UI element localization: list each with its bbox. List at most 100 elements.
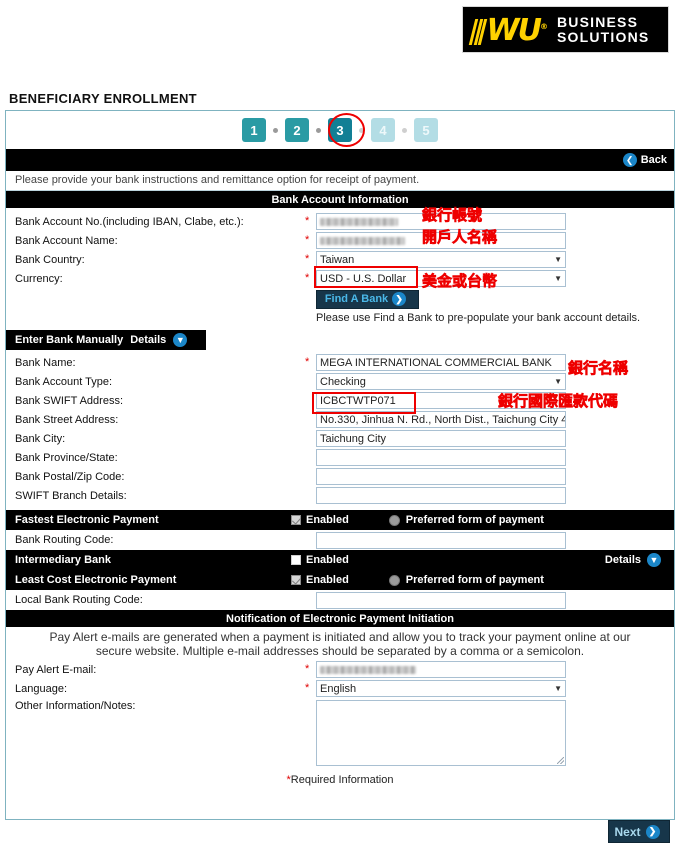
next-button[interactable]: Next ❯ bbox=[608, 820, 670, 843]
input-bank-city[interactable]: Taichung City bbox=[316, 430, 566, 447]
logo-line-1: BUSINESS bbox=[556, 13, 639, 30]
input-bank-routing-code[interactable] bbox=[316, 531, 566, 549]
enter-bank-manually-title: Enter Bank Manually bbox=[15, 334, 124, 346]
wu-letters: WU® bbox=[486, 12, 548, 48]
intermediary-enabled-checkbox-group[interactable]: Enabled bbox=[291, 554, 349, 566]
fastest-enabled-checkbox[interactable] bbox=[291, 515, 301, 525]
fastest-electronic-payment-bar: Fastest Electronic Payment Enabled Prefe… bbox=[6, 510, 674, 530]
find-a-bank-label: Find A Bank bbox=[324, 293, 389, 305]
input-local-bank-routing-code[interactable] bbox=[316, 591, 566, 609]
page-header: WU® BUSINESS SOLUTIONS bbox=[0, 0, 680, 62]
input-bank-province[interactable] bbox=[316, 449, 566, 466]
intermediary-details-button[interactable]: Details ▼ bbox=[605, 553, 665, 567]
field-row-bank-province: Bank Province/State: bbox=[6, 448, 674, 467]
label-bank-account-no: Bank Account No.(including IBAN, Clabe, … bbox=[15, 215, 244, 228]
fastest-preferred-label: Preferred form of payment bbox=[405, 514, 544, 526]
step-5[interactable]: 5 bbox=[414, 118, 438, 142]
required-asterisk: * bbox=[305, 356, 310, 368]
field-row-bank-routing-code: Bank Routing Code: bbox=[6, 530, 674, 550]
wu-slash-group bbox=[468, 18, 488, 45]
field-row-bank-city: Bank City: Taichung City bbox=[6, 429, 674, 448]
annotation-currency: 美金或台幣 bbox=[422, 272, 498, 291]
label-bank-city: Bank City: bbox=[15, 432, 66, 445]
label-bank-swift-address: Bank SWIFT Address: bbox=[15, 394, 124, 407]
required-asterisk: * bbox=[305, 272, 310, 284]
required-information-note: *Required Information bbox=[6, 774, 674, 786]
input-bank-name[interactable]: MEGA INTERNATIONAL COMMERCIAL BANK bbox=[316, 354, 566, 371]
input-bank-street-address[interactable]: No.330, Jinhua N. Rd., North Dist., Taic… bbox=[316, 411, 566, 428]
field-row-bank-country: Bank Country: * Taiwan ▼ bbox=[6, 250, 674, 269]
required-asterisk: * bbox=[305, 253, 310, 265]
label-pay-alert-email: Pay Alert E-mail: bbox=[15, 663, 97, 676]
select-language[interactable]: English ▼ bbox=[316, 680, 566, 697]
find-a-bank-button[interactable]: Find A Bank ❯ bbox=[316, 289, 419, 309]
textarea-other-information[interactable] bbox=[316, 700, 566, 766]
required-asterisk: * bbox=[305, 215, 310, 227]
enrollment-form-frame: 1 2 3 4 5 ❮ Back Please provide your ban… bbox=[5, 110, 675, 820]
label-swift-branch-details: SWIFT Branch Details: bbox=[15, 489, 127, 502]
least-cost-preferred-radio[interactable] bbox=[388, 574, 400, 586]
redacted-value bbox=[320, 217, 398, 226]
next-button-label: Next bbox=[614, 824, 641, 839]
input-pay-alert-email[interactable] bbox=[316, 661, 566, 678]
required-information-label: Required Information bbox=[290, 774, 394, 786]
label-bank-routing-code: Bank Routing Code: bbox=[15, 534, 114, 546]
wu-business-solutions-logo: WU® BUSINESS SOLUTIONS bbox=[462, 6, 669, 53]
label-bank-name: Bank Name: bbox=[15, 356, 76, 369]
wu-logo-mark: WU® bbox=[468, 12, 548, 48]
page-title: BENEFICIARY ENROLLMENT bbox=[9, 91, 197, 106]
notification-description: Pay Alert e-mails are generated when a p… bbox=[49, 630, 631, 658]
logo-line-2: SOLUTIONS bbox=[556, 28, 650, 45]
enter-bank-manually-bar[interactable]: Enter Bank Manually Details ▼ bbox=[6, 330, 206, 350]
step-indicator: 1 2 3 4 5 bbox=[6, 111, 674, 149]
next-bar: Next ❯ bbox=[5, 818, 675, 845]
bank-account-information-heading: Bank Account Information bbox=[6, 191, 674, 208]
step-1[interactable]: 1 bbox=[242, 118, 266, 142]
step-separator-dot bbox=[316, 127, 321, 133]
field-row-currency: Currency: * USD - U.S. Dollar ▼ bbox=[6, 269, 674, 288]
field-row-local-bank-routing-code: Local Bank Routing Code: bbox=[6, 590, 674, 610]
step-4[interactable]: 4 bbox=[371, 118, 395, 142]
enter-bank-manually-details-label: Details bbox=[130, 334, 167, 346]
chevron-down-circle-icon[interactable]: ▼ bbox=[173, 333, 188, 347]
wu-letters-text: WU bbox=[486, 12, 542, 48]
intermediary-bank-bar: Intermediary Bank Enabled Details ▼ bbox=[6, 550, 674, 570]
select-currency-value: USD - U.S. Dollar bbox=[320, 272, 407, 285]
field-row-pay-alert-email: Pay Alert E-mail: * bbox=[6, 660, 674, 679]
step-3[interactable]: 3 bbox=[328, 118, 352, 142]
chevron-right-circle-icon: ❯ bbox=[392, 292, 407, 306]
select-bank-country[interactable]: Taiwan ▼ bbox=[316, 251, 566, 268]
field-row-bank-street-address: Bank Street Address: No.330, Jinhua N. R… bbox=[6, 410, 674, 429]
back-button-label: Back bbox=[640, 154, 667, 166]
fastest-preferred-radio[interactable] bbox=[388, 514, 400, 526]
least-cost-enabled-checkbox-group[interactable]: Enabled bbox=[291, 574, 349, 586]
chevron-down-icon: ▼ bbox=[554, 377, 562, 386]
field-row-bank-account-no: Bank Account No.(including IBAN, Clabe, … bbox=[6, 212, 674, 231]
least-cost-enabled-label: Enabled bbox=[306, 574, 349, 586]
least-cost-enabled-checkbox[interactable] bbox=[291, 575, 301, 585]
select-bank-account-type[interactable]: Checking ▼ bbox=[316, 373, 566, 390]
chevron-down-circle-icon[interactable]: ▼ bbox=[647, 553, 661, 567]
intermediary-enabled-checkbox[interactable] bbox=[291, 555, 301, 565]
intermediary-enabled-label: Enabled bbox=[306, 554, 349, 566]
field-row-swift-branch-details: SWIFT Branch Details: bbox=[6, 486, 674, 505]
fastest-electronic-payment-title: Fastest Electronic Payment bbox=[15, 514, 159, 526]
chevron-left-circle-icon: ❮ bbox=[622, 153, 637, 167]
least-cost-preferred-radio-group[interactable]: Preferred form of payment bbox=[388, 574, 544, 586]
fastest-preferred-radio-group[interactable]: Preferred form of payment bbox=[388, 514, 544, 526]
select-bank-account-type-value: Checking bbox=[320, 375, 366, 388]
required-asterisk: * bbox=[305, 663, 310, 675]
redacted-value bbox=[320, 236, 405, 245]
fastest-enabled-checkbox-group[interactable]: Enabled bbox=[291, 514, 349, 526]
instructions-text: Please provide your bank instructions an… bbox=[6, 171, 674, 191]
find-a-bank-hint-row: Please use Find a Bank to pre-populate y… bbox=[6, 310, 674, 326]
label-language: Language: bbox=[15, 682, 67, 695]
label-bank-province: Bank Province/State: bbox=[15, 451, 118, 464]
intermediary-bank-title: Intermediary Bank bbox=[15, 554, 111, 566]
input-swift-branch-details[interactable] bbox=[316, 487, 566, 504]
input-bank-postal-code[interactable] bbox=[316, 468, 566, 485]
label-local-bank-routing-code: Local Bank Routing Code: bbox=[15, 594, 143, 606]
required-asterisk: * bbox=[305, 234, 310, 246]
step-2[interactable]: 2 bbox=[285, 118, 309, 142]
back-button[interactable]: ❮ Back bbox=[622, 153, 667, 167]
